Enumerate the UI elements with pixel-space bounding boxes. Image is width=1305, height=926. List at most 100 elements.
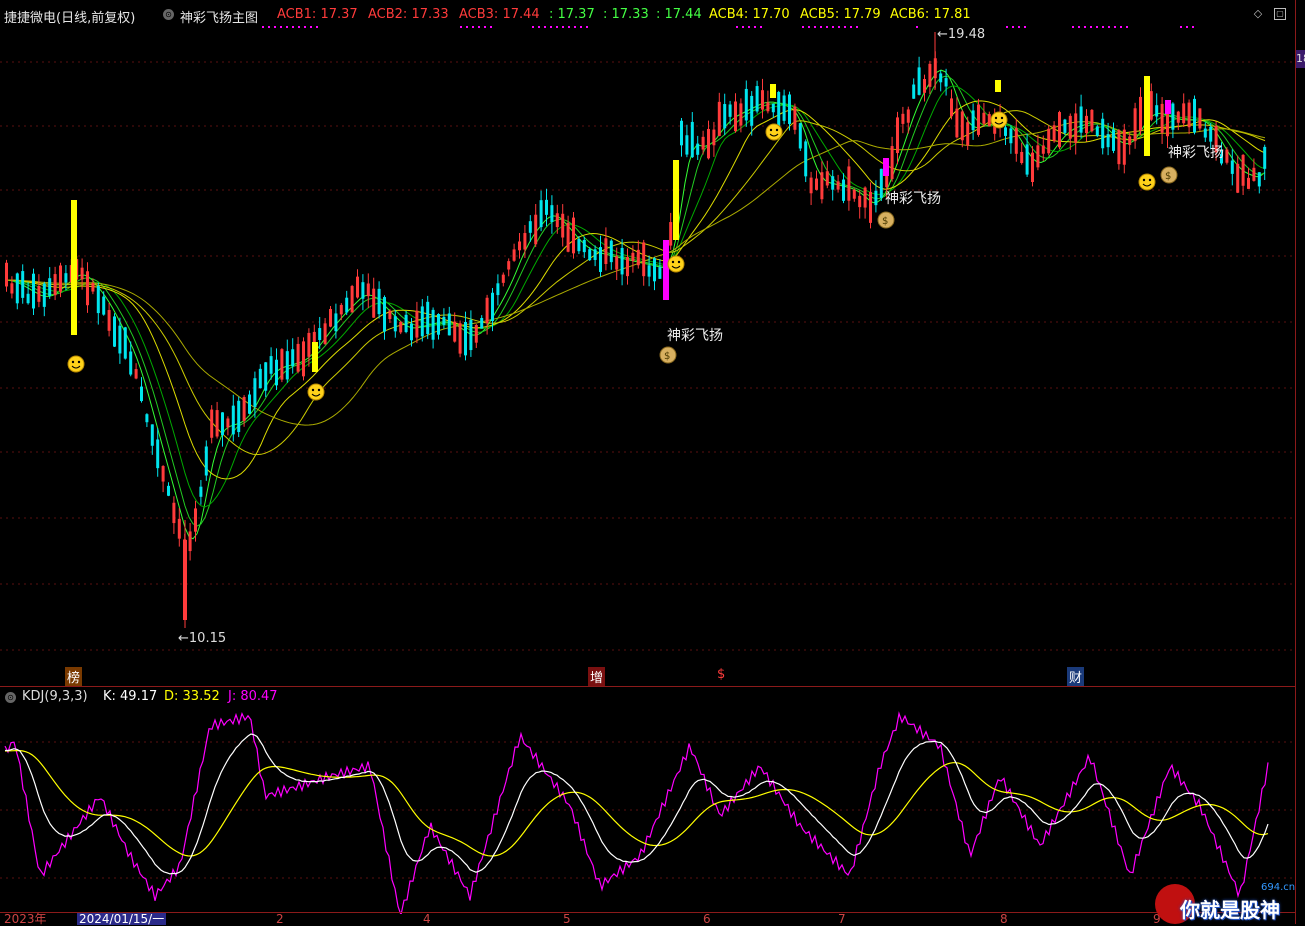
candle-body [172,502,176,524]
candle-body [194,508,197,532]
smiley-icon [67,355,85,373]
candle-body [739,103,743,126]
candle-body [928,63,932,87]
kdj-j-value: J: 80.47 [228,689,278,704]
candle-body [188,531,192,552]
candle-body [393,316,397,332]
candle-body [858,195,862,208]
candle-body [906,109,910,123]
candle-body [496,283,500,296]
candle-body [604,238,608,265]
candle-body [1101,118,1105,149]
signal-dot [466,26,468,28]
kdj-toggle-icon[interactable]: ⊙ [5,690,16,705]
candle-body [447,313,451,336]
candle-body [825,171,829,186]
candle-body [204,446,208,476]
signal-dot [1114,26,1116,28]
candle-body [1263,146,1267,169]
candle-body [1009,128,1013,144]
event-marker-bang[interactable]: 榜 [65,667,83,686]
month-tick: 8 [1000,912,1008,926]
candle-body [777,92,781,127]
candle-body [377,288,381,315]
signal-dot [478,26,480,28]
signal-dot [544,26,546,28]
candle-body [879,168,883,198]
signal-dot [532,26,534,28]
candle-body [334,313,338,332]
candle-body [80,267,84,280]
candle-body [37,285,41,302]
event-marker-cai[interactable]: 财 [1067,667,1085,686]
signal-candle [995,80,1001,92]
candle-body [577,238,581,252]
signal-dot [820,26,822,28]
candle-body [1171,103,1175,130]
signal-candle [663,240,669,300]
signal-dot [574,26,576,28]
smiley-eye [994,116,998,120]
candle-body [1079,106,1083,133]
smiley-eye [71,360,75,364]
candle-body [264,362,268,391]
candle-body [809,177,813,194]
watermark-logo: 694.cn 你就是股神 [1155,880,1300,924]
smiley-eye [1148,178,1152,182]
candle-body [831,176,835,190]
candle-body [723,104,727,129]
candle-body [420,306,424,337]
candle-body [707,128,710,159]
candle-body [350,286,354,313]
candle-body [1257,172,1261,187]
candle-body [366,283,370,297]
candle-body [167,485,170,496]
candle-body [285,351,289,380]
price-chart[interactable]: $ $ $ [0,0,1295,686]
candle-body [1155,105,1159,117]
candle-body [231,405,235,435]
signal-dot [1072,26,1074,28]
signal-dot [1186,26,1188,28]
candle-body [399,321,403,333]
month-tick: 6 [703,912,711,926]
signal-dot [1018,26,1020,28]
signal-dot [826,26,828,28]
candle-body [847,166,851,201]
candle-body [1014,128,1018,154]
candle-body [10,283,14,294]
signal-dot [1102,26,1104,28]
candle-body [588,249,592,261]
candle-body [869,191,872,223]
candle-body [32,273,35,309]
candle-body [1176,111,1180,123]
event-marker-zeng[interactable]: 增 [588,667,606,686]
candle-body [1058,112,1061,148]
candle-body [977,104,980,135]
month-tick: 7 [838,912,846,926]
month-tick: 2 [276,912,284,926]
signal-dot [814,26,816,28]
candle-body [485,297,489,324]
candle-body [966,122,970,146]
candle-body [793,106,797,130]
candle-body [647,265,651,277]
candle-body [21,271,25,298]
signal-dot [754,26,756,28]
candle-body [1230,160,1234,174]
candle-body [253,378,257,407]
signal-dot [286,26,288,28]
kdj-j-line [4,711,1269,914]
signal-dot [580,26,582,28]
candle-body [507,261,511,270]
candle-body [626,257,629,277]
kdj-title[interactable]: KDJ(9,3,3) [22,689,88,704]
signal-label: 神彩飞扬 [885,191,941,207]
candle-body [1031,152,1034,183]
event-marker-dollar[interactable]: $ [717,667,725,682]
candle-body [815,178,818,190]
signal-dot [850,26,852,28]
kdj-chart[interactable] [0,706,1295,914]
signal-dot [1126,26,1128,28]
candle-body [528,221,532,233]
